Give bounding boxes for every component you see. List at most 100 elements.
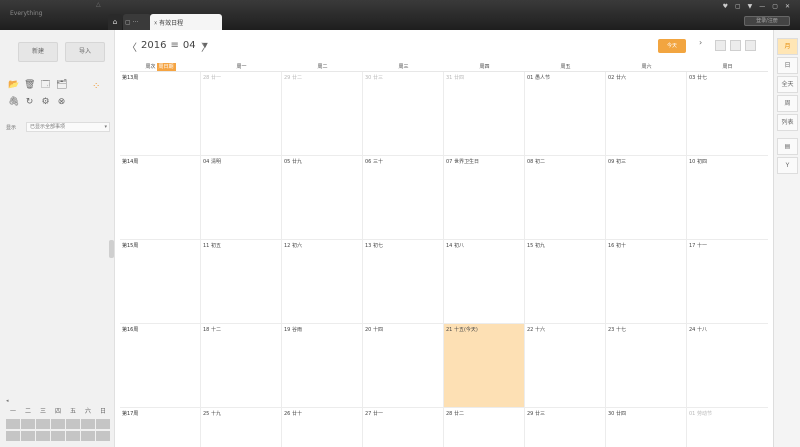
next-month-button[interactable]: 〉 — [201, 39, 211, 54]
import-button[interactable]: 导入 — [65, 42, 105, 62]
day-cell[interactable]: 09 初三 — [606, 156, 687, 240]
mini-day-cell[interactable] — [66, 431, 80, 441]
day-cell[interactable]: 26 廿十 — [282, 408, 363, 447]
view-day-button[interactable]: 日 — [777, 57, 798, 74]
week-number-cell[interactable]: 第17周 — [120, 408, 201, 447]
mini-day-cell[interactable] — [6, 419, 20, 429]
day-cell[interactable]: 10 初四 — [687, 156, 768, 240]
chevron-right-icon[interactable]: › — [699, 38, 702, 47]
block-icon[interactable]: ⊗ — [56, 97, 67, 108]
day-cell[interactable]: 03 廿七 — [687, 72, 768, 156]
week-number-cell[interactable]: 第15周 — [120, 240, 201, 324]
day-cell[interactable]: 23 十七 — [606, 324, 687, 408]
login-button[interactable]: 登录/注册 — [744, 16, 790, 26]
mini-day-cell[interactable] — [66, 419, 80, 429]
splitter-handle[interactable] — [109, 240, 114, 258]
heart-icon[interactable]: ♥ — [723, 3, 728, 10]
day-cell[interactable]: 06 三十 — [363, 156, 444, 240]
day-cell[interactable]: 04 清明 — [201, 156, 282, 240]
day-cell[interactable]: 08 初二 — [525, 156, 606, 240]
day-cell[interactable]: 13 初七 — [363, 240, 444, 324]
week-number: 第17周 — [122, 411, 139, 417]
maximize-icon[interactable]: ▢ — [772, 3, 778, 10]
day-cell[interactable]: 19 谷雨 — [282, 324, 363, 408]
grid-view-icon[interactable] — [730, 40, 741, 51]
day-cell[interactable]: 24 十八 — [687, 324, 768, 408]
mini-day-cell[interactable] — [96, 419, 110, 429]
day-cell[interactable]: 12 初六 — [282, 240, 363, 324]
mini-day-cell[interactable] — [81, 419, 95, 429]
day-cell[interactable]: 01 愚人节 — [525, 72, 606, 156]
day-cell[interactable]: 16 初十 — [606, 240, 687, 324]
mini-day-cell[interactable] — [96, 431, 110, 441]
view-list-button[interactable]: 列表 — [777, 114, 798, 131]
mini-day-cell[interactable] — [51, 419, 65, 429]
list-view-icon[interactable] — [715, 40, 726, 51]
today-cell[interactable]: 21 十五(今天) — [444, 324, 525, 408]
trash-icon[interactable]: 🗑 — [24, 80, 35, 91]
view-month-button[interactable]: 月 — [777, 38, 798, 55]
day-label: 13 初七 — [365, 243, 383, 249]
day-cell[interactable]: 14 初八 — [444, 240, 525, 324]
skin-icon[interactable]: ▢ — [735, 3, 741, 10]
minimize-icon[interactable]: — — [759, 3, 765, 10]
mini-day-cell[interactable] — [36, 431, 50, 441]
prev-month-button[interactable]: 〈 — [127, 39, 137, 54]
day-cell[interactable]: 11 初五 — [201, 240, 282, 324]
attach-icon[interactable]: 🖇 — [8, 97, 19, 108]
settings-icon[interactable]: ⚙ — [40, 97, 51, 108]
mini-day-cell[interactable] — [36, 419, 50, 429]
week-number-cell[interactable]: 第13周 — [120, 72, 201, 156]
day-cell[interactable]: 29 廿三 — [525, 408, 606, 447]
day-cell[interactable]: 15 初九 — [525, 240, 606, 324]
day-cell[interactable]: 28 廿二 — [444, 408, 525, 447]
day-cell[interactable]: 07 世界卫生日 — [444, 156, 525, 240]
day-cell[interactable]: 28 廿一 — [201, 72, 282, 156]
view-week-button[interactable]: 周 — [777, 95, 798, 112]
today-button[interactable]: 今天 — [658, 39, 686, 53]
tab-home[interactable]: ⌂ — [108, 14, 122, 30]
panel-icon[interactable]: ▤ — [777, 138, 798, 155]
day-cell[interactable]: 20 十四 — [363, 324, 444, 408]
menu-icon[interactable]: ▼ — [748, 3, 753, 10]
more-icon[interactable]: ⁘ — [92, 82, 100, 92]
day-cell[interactable]: 27 廿一 — [363, 408, 444, 447]
title-bar: Everything △ ⌂ ▢ ··· ☓ 有效日程 ♥ ▢ ▼ — ▢ ✕ … — [0, 0, 800, 30]
folder-icon[interactable]: 🗂 — [56, 80, 67, 91]
refresh-icon[interactable]: ↻ — [24, 97, 35, 108]
collapse-icon[interactable]: ◂ — [6, 398, 9, 404]
day-cell[interactable]: 25 十九 — [201, 408, 282, 447]
week-number-cell[interactable]: 第16周 — [120, 324, 201, 408]
window-icon[interactable]: 🗔 — [40, 80, 51, 91]
calendar-header: 〈 2016 ≡ 04 ▾ 〉 今天 › — [115, 30, 773, 60]
day-cell[interactable]: 31 廿四 — [444, 72, 525, 156]
mini-day-cell[interactable] — [81, 431, 95, 441]
mini-weekday: 六 — [84, 408, 91, 415]
day-cell[interactable]: 22 十六 — [525, 324, 606, 408]
day-cell[interactable]: 05 廿九 — [282, 156, 363, 240]
compact-view-icon[interactable] — [745, 40, 756, 51]
mini-day-cell[interactable] — [21, 419, 35, 429]
day-cell[interactable]: 30 廿三 — [363, 72, 444, 156]
day-cell[interactable]: 18 十二 — [201, 324, 282, 408]
mini-day-cell[interactable] — [21, 431, 35, 441]
week-number-cell[interactable]: 第14周 — [120, 156, 201, 240]
view-allday-button[interactable]: 全天 — [777, 76, 798, 93]
filter-select[interactable]: 已显示全部事项 ▾ — [26, 122, 110, 132]
mini-day-cell[interactable] — [6, 431, 20, 441]
day-cell[interactable]: 01 劳动节 — [687, 408, 768, 447]
tab-calendar[interactable]: ☓ 有效日程 — [150, 14, 222, 30]
day-label: 29 廿三 — [527, 411, 545, 417]
mini-day-cells — [6, 419, 110, 441]
close-icon[interactable]: ✕ — [785, 3, 790, 10]
day-cell[interactable]: 17 十一 — [687, 240, 768, 324]
day-cell[interactable]: 02 廿六 — [606, 72, 687, 156]
day-label: 01 劳动节 — [689, 411, 712, 417]
tab-document[interactable]: ▢ ··· — [123, 14, 151, 30]
mini-day-cell[interactable] — [51, 431, 65, 441]
filter-icon[interactable]: Y — [777, 157, 798, 174]
day-cell[interactable]: 29 廿二 — [282, 72, 363, 156]
open-folder-icon[interactable]: 📂 — [8, 80, 19, 91]
new-button[interactable]: 新建 — [18, 42, 58, 62]
day-cell[interactable]: 30 廿四 — [606, 408, 687, 447]
